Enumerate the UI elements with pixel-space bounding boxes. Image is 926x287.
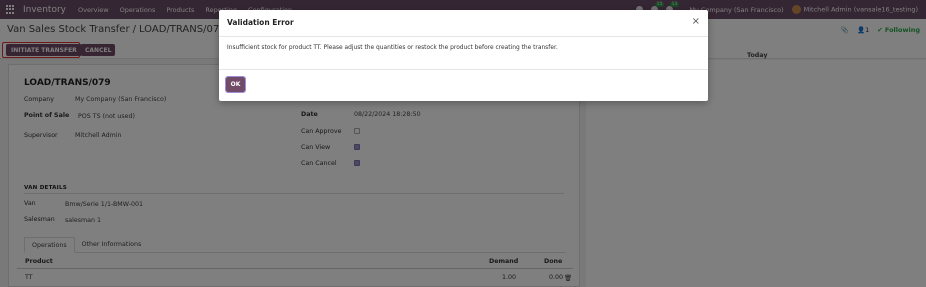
dialog-header: Validation Error × [219, 10, 708, 37]
dialog-message: Insufficient stock for product TT. Pleas… [227, 45, 558, 51]
ok-button[interactable]: OK [225, 76, 246, 93]
dialog-title: Validation Error [227, 18, 294, 27]
dialog-body: Insufficient stock for product TT. Pleas… [219, 37, 708, 70]
validation-error-dialog: Validation Error × Insufficient stock fo… [219, 10, 708, 101]
dialog-footer: OK [219, 70, 708, 101]
close-icon[interactable]: × [692, 17, 700, 27]
